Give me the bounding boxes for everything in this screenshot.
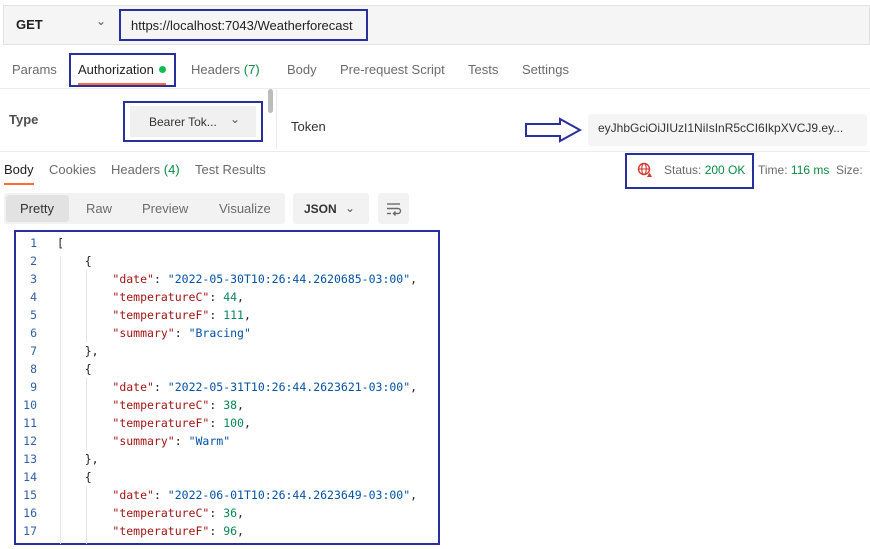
tab-authorization[interactable]: Authorization bbox=[78, 62, 154, 77]
line-number: 4 bbox=[30, 290, 37, 304]
line-number: 6 bbox=[30, 326, 37, 340]
chevron-down-icon[interactable]: ⌄ bbox=[345, 201, 355, 215]
scrollbar[interactable] bbox=[268, 89, 273, 113]
json-value: 38 bbox=[223, 398, 238, 412]
line-number: 10 bbox=[23, 398, 37, 412]
line-number: 12 bbox=[23, 434, 37, 448]
globe-warning-icon[interactable] bbox=[637, 162, 653, 178]
response-tab-test-results[interactable]: Test Results bbox=[195, 162, 266, 177]
pretty-label: Pretty bbox=[20, 201, 54, 216]
json-value: Bracing bbox=[195, 326, 244, 340]
annotation-arrow-icon bbox=[525, 117, 582, 143]
code-line: 3 "date": "2022-05-30T10:26:44.2620685-0… bbox=[17, 270, 417, 288]
tab-body[interactable]: Body bbox=[287, 62, 317, 77]
line-number: 14 bbox=[23, 470, 37, 484]
line-number: 8 bbox=[30, 362, 37, 376]
code-line: 6 "summary": "Bracing" bbox=[17, 324, 251, 342]
response-tab-headers-count: (4) bbox=[163, 162, 180, 177]
code-line: 13 }, bbox=[17, 450, 98, 468]
active-dot-icon bbox=[159, 66, 166, 73]
code-line: 16 "temperatureC": 36, bbox=[17, 504, 244, 522]
response-tab-headers-label: Headers bbox=[111, 162, 161, 177]
code-line: 9 "date": "2022-05-31T10:26:44.2623621-0… bbox=[17, 378, 417, 396]
time-label: Time: bbox=[758, 163, 788, 177]
status-label: Status: bbox=[664, 163, 702, 177]
code-line: 4 "temperatureC": 44, bbox=[17, 288, 244, 306]
preview-button[interactable]: Preview bbox=[142, 201, 188, 216]
response-tab-cookies[interactable]: Cookies bbox=[49, 162, 96, 177]
divider bbox=[276, 89, 277, 149]
code-line: 15 "date": "2022-06-01T10:26:44.2623649-… bbox=[17, 486, 417, 504]
line-number: 16 bbox=[23, 506, 37, 520]
token-value: eyJhbGciOiJIUzI1NiIsInR5cCI6IkpXVCJ9.ey.… bbox=[598, 121, 844, 135]
token-label: Token bbox=[291, 119, 326, 134]
code-line: 14 { bbox=[17, 468, 91, 486]
url-input[interactable]: https://localhost:7043/Weatherforecast bbox=[131, 18, 353, 33]
divider bbox=[0, 88, 870, 89]
tab-settings[interactable]: Settings bbox=[522, 62, 569, 77]
code-line: 10 "temperatureC": 38, bbox=[17, 396, 244, 414]
json-value: 36 bbox=[223, 506, 238, 520]
chevron-down-icon[interactable]: ⌄ bbox=[230, 112, 240, 126]
tab-tests[interactable]: Tests bbox=[468, 62, 498, 77]
line-number: 3 bbox=[30, 272, 37, 286]
json-value: 2022-05-31T10:26:44.2623621-03:00 bbox=[174, 380, 404, 394]
tab-headers-label: Headers bbox=[191, 62, 241, 77]
divider bbox=[0, 151, 870, 152]
json-value: 96 bbox=[223, 524, 238, 538]
code-line: 5 "temperatureF": 111, bbox=[17, 306, 251, 324]
line-number: 11 bbox=[23, 416, 37, 430]
code-line: 17 "temperatureF": 96, bbox=[17, 522, 244, 540]
tab-headers-count: (7) bbox=[243, 62, 260, 77]
response-tab-headers[interactable]: Headers (4) bbox=[111, 162, 180, 177]
json-value: 111 bbox=[223, 308, 244, 322]
line-number: 1 bbox=[30, 236, 37, 250]
auth-type-label: Type bbox=[9, 112, 39, 127]
tab-params[interactable]: Params bbox=[12, 62, 57, 77]
json-value: 2022-05-30T10:26:44.2620685-03:00 bbox=[174, 272, 404, 286]
json-value: 2022-06-01T10:26:44.2623649-03:00 bbox=[174, 488, 404, 502]
response-tab-body[interactable]: Body bbox=[4, 162, 34, 177]
wrap-lines-icon[interactable] bbox=[385, 200, 402, 217]
line-number: 5 bbox=[30, 308, 37, 322]
line-number: 15 bbox=[23, 488, 37, 502]
raw-button[interactable]: Raw bbox=[86, 201, 112, 216]
tab-headers[interactable]: Headers (7) bbox=[191, 62, 260, 77]
active-tab-underline bbox=[78, 83, 166, 85]
auth-type-value: Bearer Tok... bbox=[149, 115, 217, 129]
line-number: 2 bbox=[30, 254, 37, 268]
line-number: 9 bbox=[30, 380, 37, 394]
line-number: 17 bbox=[23, 524, 37, 538]
active-tab-underline bbox=[4, 183, 34, 185]
status-value: 200 OK bbox=[704, 163, 746, 177]
json-value: Warm bbox=[195, 434, 224, 448]
code-line: 8 { bbox=[17, 360, 92, 378]
code-line: 7 }, bbox=[17, 342, 98, 360]
visualize-button[interactable]: Visualize bbox=[219, 201, 271, 216]
chevron-down-icon[interactable]: ⌄ bbox=[96, 14, 106, 28]
code-line: 11 "temperatureF": 100, bbox=[17, 414, 251, 432]
code-line: 12 "summary": "Warm" bbox=[17, 432, 230, 450]
status-indicator[interactable]: Status: 200 OK bbox=[664, 163, 745, 177]
code-line: 1[ bbox=[17, 234, 64, 252]
json-value: 100 bbox=[223, 416, 244, 430]
format-label: JSON bbox=[304, 202, 337, 216]
time-value: 116 ms bbox=[790, 163, 830, 177]
line-number: 7 bbox=[30, 344, 37, 358]
json-value: 44 bbox=[223, 290, 238, 304]
method-select[interactable]: GET bbox=[16, 17, 43, 32]
size-indicator[interactable]: Size: bbox=[836, 163, 863, 177]
line-number: 13 bbox=[23, 452, 37, 466]
time-indicator[interactable]: Time: 116 ms bbox=[758, 163, 829, 177]
code-line: 2 { bbox=[17, 252, 92, 270]
tab-pre-request-script[interactable]: Pre-request Script bbox=[340, 62, 445, 77]
